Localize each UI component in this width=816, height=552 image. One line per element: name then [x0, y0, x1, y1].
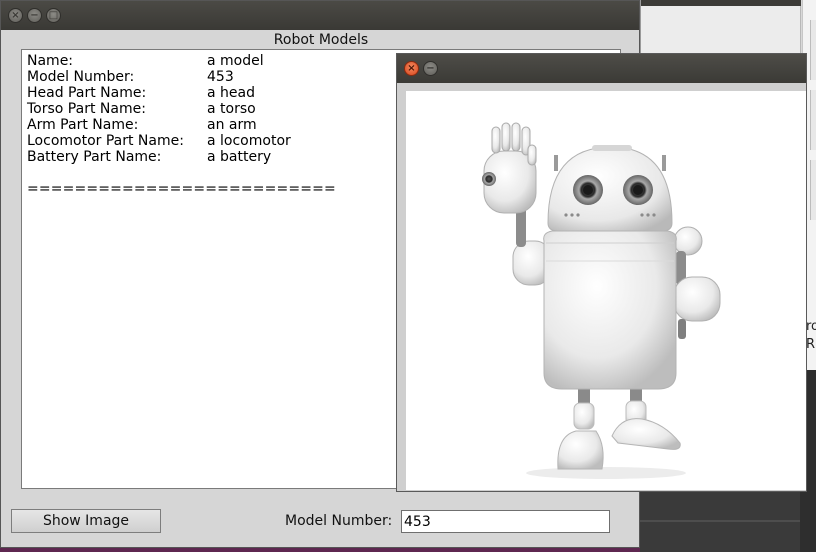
close-button[interactable]: × [8, 8, 23, 23]
background-divider [640, 520, 816, 522]
field-value: a torso [207, 101, 256, 117]
field-value: a model [207, 53, 264, 69]
field-label: Torso Part Name: [27, 101, 146, 117]
field-value: a locomotor [207, 133, 291, 149]
field-row-name: Name: a model [27, 53, 336, 69]
field-row-locomotor: Locomotor Part Name: a locomotor [27, 133, 336, 149]
field-label: Locomotor Part Name: [27, 133, 184, 149]
model-number-input[interactable] [401, 510, 610, 533]
field-row-battery: Battery Part Name: a battery [27, 149, 336, 165]
minimize-button[interactable]: − [27, 8, 42, 23]
background-edge-text: ro R [806, 319, 816, 352]
desktop-strip [0, 548, 640, 552]
field-row-model-number: Model Number: 453 [27, 69, 336, 85]
field-row-head: Head Part Name: a head [27, 85, 336, 101]
show-image-button[interactable]: Show Image [11, 509, 161, 533]
background-edge-widget [810, 20, 816, 80]
field-label: Head Part Name: [27, 85, 147, 101]
field-label: Battery Part Name: [27, 149, 162, 165]
model-number-label: Model Number: [285, 513, 393, 529]
robot-illustration [482, 122, 721, 479]
image-window-titlebar[interactable]: × − [397, 54, 806, 83]
field-value: 453 [207, 69, 234, 85]
robot-image [406, 91, 806, 490]
field-value: a head [207, 85, 255, 101]
background-edge-widget [810, 90, 816, 150]
field-label: Model Number: [27, 69, 135, 85]
field-label: Arm Part Name: [27, 117, 139, 133]
field-row-torso: Torso Part Name: a torso [27, 101, 336, 117]
field-value: a battery [207, 149, 272, 165]
close-button[interactable]: × [404, 61, 419, 76]
field-row-arm: Arm Part Name: an arm [27, 117, 336, 133]
field-value: an arm [207, 117, 257, 133]
robot-image-window: × − [396, 53, 807, 492]
window-titlebar[interactable]: × − □ [1, 1, 639, 30]
separator-line: ========================== [27, 181, 336, 197]
background-edge-widget [810, 160, 816, 220]
window-heading: Robot Models [273, 32, 369, 48]
field-label: Name: [27, 53, 74, 69]
maximize-button[interactable]: □ [46, 8, 61, 23]
minimize-button[interactable]: − [423, 61, 438, 76]
